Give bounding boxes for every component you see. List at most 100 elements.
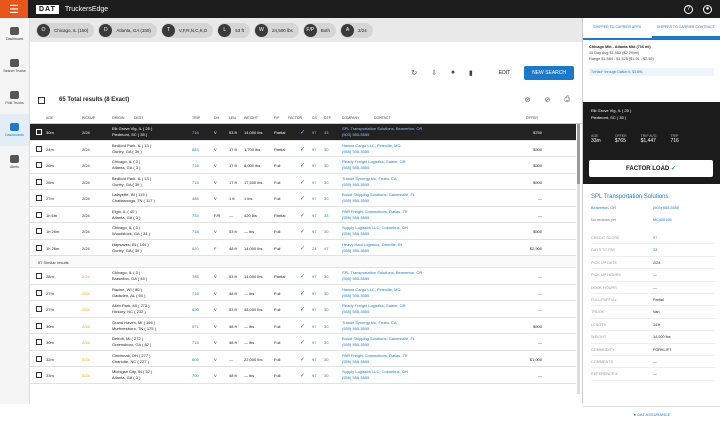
row-checkbox[interactable] <box>36 179 42 185</box>
table-row[interactable]: 32m2/24Cincinnati, OH ( 277 )Charlotte, … <box>30 351 576 368</box>
col-len[interactable]: LEN <box>229 116 236 120</box>
download-icon[interactable]: ⇩ <box>431 69 437 77</box>
col-cs[interactable]: CS <box>312 116 317 120</box>
row-dtp[interactable]: 30 <box>324 291 328 296</box>
row-cs[interactable]: 97 <box>312 229 316 234</box>
row-checkbox[interactable] <box>36 129 42 135</box>
row-company[interactable]: Ready Freight Logistics, Salem, OR(555) … <box>342 303 406 315</box>
row-trip[interactable]: 700 <box>192 373 199 378</box>
col-contact[interactable]: CONTACT <box>374 116 391 120</box>
table-row[interactable]: 26m2/24Bedford Park, IL ( 13 )Gurley, GA… <box>30 174 576 191</box>
row-trip[interactable]: 753 <box>192 213 199 218</box>
row-trip[interactable]: 716 <box>192 163 199 168</box>
new-search-button[interactable]: NEW SEARCH <box>524 66 574 80</box>
row-trip[interactable]: 485 <box>192 196 199 201</box>
row-dtp[interactable]: 30 <box>324 324 328 329</box>
row-dtp[interactable]: 47 <box>324 246 328 251</box>
row-cs[interactable]: 24 <box>312 246 316 251</box>
table-row[interactable]: 27m2/24Allen Park, MI ( 273 )Hickory, NC… <box>30 301 576 318</box>
edit-button[interactable]: EDIT <box>499 70 510 76</box>
row-company[interactable]: SPL Transportation Solutions, Beaverton,… <box>342 270 422 282</box>
company-name[interactable]: Transit Synergy Inc, Fruita, CA <box>342 320 397 326</box>
row-cs[interactable]: 97 <box>312 130 316 135</box>
row-trip[interactable]: 716 <box>192 130 199 135</box>
block-icon[interactable]: ⊘ <box>545 96 551 104</box>
table-row[interactable]: 27m2/24Racine, WI ( 80 )Gadsden, AL ( 60… <box>30 285 576 302</box>
company-contact[interactable]: (555) 555-5555 <box>342 149 400 155</box>
hide-icon[interactable]: ⊘ <box>525 96 531 104</box>
row-dtp[interactable]: 30 <box>324 196 328 201</box>
detail-value[interactable]: 33 <box>653 248 657 252</box>
col-age[interactable]: AGE <box>46 116 53 120</box>
row-cs[interactable]: 97 <box>312 340 316 345</box>
sidebar-item-search-trucks[interactable]: Search Trucks <box>0 50 29 82</box>
row-trip[interactable]: 785 <box>192 274 199 279</box>
dat-assurance-footer[interactable]: ● DAT ASSURANCE <box>583 406 720 422</box>
row-checkbox[interactable] <box>36 212 42 218</box>
company-name[interactable]: Heavy Haul Logistics, Danville, IN <box>342 242 402 248</box>
bell-icon[interactable]: ♠ <box>451 69 455 77</box>
table-row[interactable]: 30m2/24Elk Grove Vlg, IL ( 25 )Piedmont,… <box>30 124 576 141</box>
criteria-chip[interactable]: F/PBoth <box>303 23 336 38</box>
row-trip[interactable]: 716 <box>192 340 199 345</box>
col-pickup[interactable]: PICKUP <box>82 116 95 120</box>
row-cs[interactable]: 97 <box>312 291 316 296</box>
row-company[interactable]: Boost Shipping Solutions, Gainesville, F… <box>342 192 415 204</box>
company-name[interactable]: Transit Synergy Inc, Fruita, CA <box>342 176 397 182</box>
detail-value[interactable]: 97 <box>653 236 657 240</box>
col-factor[interactable]: FACTOR <box>288 116 302 120</box>
row-trip[interactable]: 716 <box>192 180 199 185</box>
row-company[interactable]: Boost Shipping Solutions, Gainesville, F… <box>342 336 415 348</box>
user-icon[interactable]: ● <box>703 5 712 14</box>
row-checkbox[interactable] <box>36 146 42 152</box>
row-cs[interactable]: 97 <box>312 373 316 378</box>
row-dtp[interactable]: 30 <box>324 147 328 152</box>
criteria-chip[interactable]: W24,500 lbs <box>254 23 299 38</box>
row-trip[interactable]: 716 <box>192 291 199 296</box>
table-row[interactable]: 27m2/24Lafayette, IN ( 115 )Chattanooga,… <box>30 190 576 207</box>
company-contact[interactable]: (555) 555-5555 <box>342 359 407 365</box>
sidebar-item-alerts[interactable]: Alerts <box>0 146 29 178</box>
company-contact[interactable]: (555) 555-5555 <box>342 276 422 282</box>
row-checkbox[interactable] <box>36 162 42 168</box>
col-fp[interactable]: F/P <box>274 116 279 120</box>
select-all-checkbox[interactable] <box>38 97 45 104</box>
row-company[interactable]: Ready Freight Logistics, Salem, OR(555) … <box>342 159 406 171</box>
sidebar-item-post-trucks[interactable]: Post Trucks <box>0 82 29 114</box>
criteria-chip[interactable]: L53 ft <box>217 23 250 38</box>
table-row[interactable]: 1h 26m2/24Hapsaves, IN ( 144 )Gurley, GA… <box>30 240 576 257</box>
company-contact[interactable]: (555) 555-5555 <box>342 198 415 204</box>
col-origin[interactable]: ORIGIN <box>112 116 124 120</box>
bookmark-icon[interactable]: ▮ <box>469 69 473 77</box>
menu-icon[interactable]: ☰ <box>0 0 28 18</box>
row-cs[interactable]: 97 <box>312 196 316 201</box>
company-name[interactable]: PAR Freight Connections, Dallas, TX <box>342 209 407 215</box>
company-name[interactable]: Harbor Cargo LLC, Pineville, MO <box>342 287 400 293</box>
row-checkbox[interactable] <box>36 245 42 251</box>
criteria-chip[interactable]: OChicago, IL (150) <box>36 23 94 38</box>
col-trip[interactable]: TRIP <box>192 116 200 120</box>
company-contact[interactable]: (555) 555-5555 <box>342 165 406 171</box>
company-location[interactable]: Beaverton, OR <box>591 205 616 211</box>
row-dtp[interactable]: 30 <box>324 274 328 279</box>
row-cs[interactable]: 97 <box>312 213 316 218</box>
row-company[interactable]: PAR Freight Connections, Dallas, TX(555)… <box>342 209 407 221</box>
row-dtp[interactable]: 30 <box>324 163 328 168</box>
sidebar-item-dashboards[interactable]: Dashboards <box>0 114 29 146</box>
company-name[interactable]: PAR Freight Connections, Dallas, TX <box>342 353 407 359</box>
row-company[interactable]: Supply Logistics LLC, Columbus, OH(555) … <box>342 225 408 237</box>
row-company[interactable]: Harbor Cargo LLC, Pineville, MO(555) 555… <box>342 287 400 299</box>
table-row[interactable]: 33m2/24Michigan City, IN ( 52 )Atlanta, … <box>30 367 576 384</box>
row-dtp[interactable]: 30 <box>324 340 328 345</box>
table-row[interactable]: 24m2/24Bedford Park, IL ( 13 )Gurley, GA… <box>30 141 576 158</box>
factor-load-button[interactable]: FACTOR LOAD ✓ <box>589 160 713 177</box>
row-company[interactable]: SPL Transportation Solutions, Beaverton,… <box>342 126 422 138</box>
row-checkbox[interactable] <box>36 290 42 296</box>
row-trip[interactable]: 620 <box>192 307 199 312</box>
row-dtp[interactable]: 30 <box>324 373 328 378</box>
row-cs[interactable]: 97 <box>312 357 316 362</box>
criteria-chip[interactable]: A2/24 <box>340 23 373 38</box>
col-dest[interactable]: DEST <box>134 116 143 120</box>
company-contact[interactable]: (555) 555-5555 <box>342 342 415 348</box>
mc-number[interactable]: MC400155 <box>653 217 672 223</box>
